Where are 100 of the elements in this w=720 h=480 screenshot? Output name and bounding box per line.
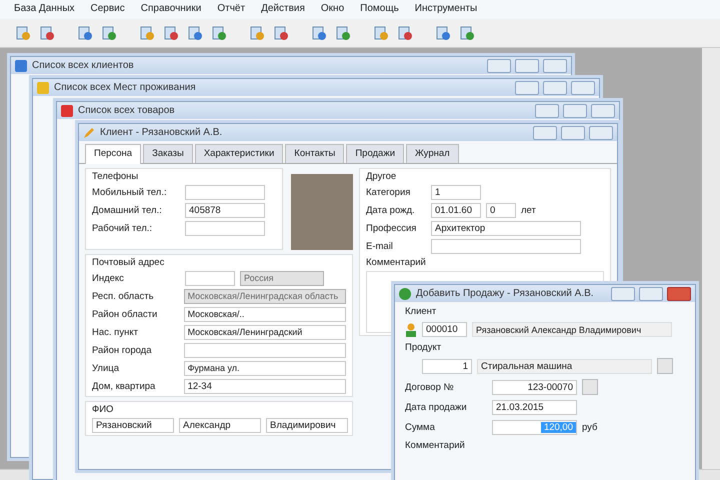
name-field[interactable]: Владимирович [266, 418, 348, 433]
toolbar-icon[interactable] [38, 24, 56, 42]
pencil-icon [83, 126, 95, 138]
field-label: E-mail [366, 241, 394, 252]
toolbar-icon[interactable] [138, 24, 156, 42]
toolbar-icon[interactable] [210, 24, 228, 42]
address-dropdown[interactable]: Московская/Ленинградский [184, 325, 346, 340]
menu-item[interactable]: Окно [320, 3, 344, 16]
menu-item[interactable]: Справочники [140, 3, 202, 16]
field-label: Индекс [92, 273, 125, 284]
field-label: Дом, квартира [92, 381, 156, 392]
maximize-button[interactable] [561, 126, 585, 140]
field-label: Продукт [405, 342, 442, 353]
field-label: Дата продажи [405, 402, 468, 413]
toolbar-icon[interactable] [334, 24, 352, 42]
field-label: Домашний тел.: [92, 205, 163, 216]
date-field[interactable]: 21.03.2015 [492, 400, 577, 415]
group-title: Другое [366, 171, 398, 182]
toolbar-icon[interactable] [76, 24, 94, 42]
toolbar-icon[interactable] [100, 24, 118, 42]
quantity-field[interactable]: 1 [422, 358, 472, 374]
address-dropdown[interactable] [184, 343, 346, 358]
close-button[interactable] [591, 104, 615, 118]
window-title: Клиент - Рязановский А.В. [100, 127, 222, 138]
menu-item[interactable]: Помощь [360, 3, 399, 16]
toolbar-icon[interactable] [372, 24, 390, 42]
client-name-field[interactable]: Рязановский Александр Владимирович [472, 322, 672, 337]
field-label: Район города [92, 345, 153, 356]
address-dropdown[interactable]: Фурмана ул. [184, 361, 346, 376]
group-title: Телефоны [92, 171, 140, 182]
minimize-button[interactable] [535, 104, 559, 118]
window-icon [15, 60, 27, 72]
client-code-field[interactable]: 000010 [422, 322, 467, 337]
minimize-button[interactable] [487, 58, 511, 72]
window-title: Список всех товаров [78, 105, 175, 116]
menu-item[interactable]: Отчёт [217, 3, 246, 16]
maximize-button[interactable] [515, 58, 539, 72]
toolbar-icon[interactable] [14, 24, 32, 42]
tab[interactable]: Журнал [406, 144, 459, 163]
field-label: Комментарий [405, 440, 466, 451]
close-button[interactable] [571, 80, 595, 94]
window-title: Добавить Продажу - Рязановский А.В. [416, 288, 594, 299]
contract-field[interactable]: 123-00070 [492, 380, 577, 394]
maximize-button[interactable] [563, 104, 587, 118]
tab[interactable]: Персона [85, 144, 142, 164]
field-label: Улица [92, 363, 120, 374]
browse-button[interactable] [582, 379, 598, 395]
maximize-button[interactable] [543, 80, 567, 94]
tab[interactable]: Контакты [285, 144, 344, 163]
browse-button[interactable] [657, 358, 673, 374]
name-field[interactable]: Рязановский [92, 418, 174, 433]
phone-field[interactable] [185, 221, 265, 236]
toolbar-icon[interactable] [310, 24, 328, 42]
menu-item[interactable]: Сервис [90, 3, 125, 16]
tab[interactable]: Характеристики [194, 144, 284, 163]
toolbar-icon[interactable] [186, 24, 204, 42]
field-label: Район области [92, 309, 158, 320]
toolbar-icon[interactable] [248, 24, 266, 42]
address-dropdown[interactable]: Московская/.. [184, 307, 346, 322]
minimize-button[interactable] [533, 126, 557, 140]
birth-date-field[interactable]: 01.01.60 [431, 203, 481, 218]
country-dropdown[interactable]: Россия [240, 271, 324, 286]
window-title: Список всех Мест проживания [54, 82, 196, 93]
field-label: Дата рожд. [366, 205, 416, 216]
menu-item[interactable]: Действия [261, 3, 305, 16]
menu-item[interactable]: База Данных [14, 3, 75, 16]
age-unit: лет [521, 205, 536, 216]
minimize-button[interactable] [611, 286, 635, 300]
name-field[interactable]: Александр [179, 418, 261, 433]
close-button[interactable] [543, 58, 567, 72]
age-field[interactable]: 0 [486, 203, 516, 218]
tab[interactable]: Заказы [143, 144, 193, 163]
minimize-button[interactable] [515, 80, 539, 94]
field-label: Рабочий тел.: [92, 223, 154, 234]
vertical-scrollbar[interactable] [702, 48, 720, 469]
toolbar-icon[interactable] [434, 24, 452, 42]
maximize-button[interactable] [639, 286, 663, 300]
product-name-field[interactable]: Стиральная машина [477, 358, 652, 374]
profession-field[interactable]: Архитектор [431, 221, 581, 236]
tab[interactable]: Продажи [346, 144, 404, 163]
toolbar-icon[interactable] [396, 24, 414, 42]
address-field[interactable]: 12-34 [184, 379, 346, 394]
phone-field[interactable]: 405878 [185, 203, 265, 218]
window-icon [61, 104, 73, 116]
close-button[interactable] [589, 126, 613, 140]
phone-field[interactable] [185, 185, 265, 200]
toolbar-icon[interactable] [458, 24, 476, 42]
close-button[interactable] [667, 286, 691, 300]
toolbar-icon[interactable] [162, 24, 180, 42]
person-icon [405, 322, 417, 336]
menu-item[interactable]: Инструменты [414, 3, 478, 16]
group-title: ФИО [92, 404, 114, 415]
category-field[interactable]: 1 [431, 185, 481, 200]
index-field[interactable] [185, 271, 235, 286]
field-label: Клиент [405, 306, 438, 317]
toolbar-icon[interactable] [272, 24, 290, 42]
email-field[interactable] [431, 239, 581, 254]
group-title: Почтовый адрес [92, 257, 166, 268]
field-label: Мобильный тел.: [92, 187, 168, 198]
field-label: Респ. область [92, 291, 155, 302]
